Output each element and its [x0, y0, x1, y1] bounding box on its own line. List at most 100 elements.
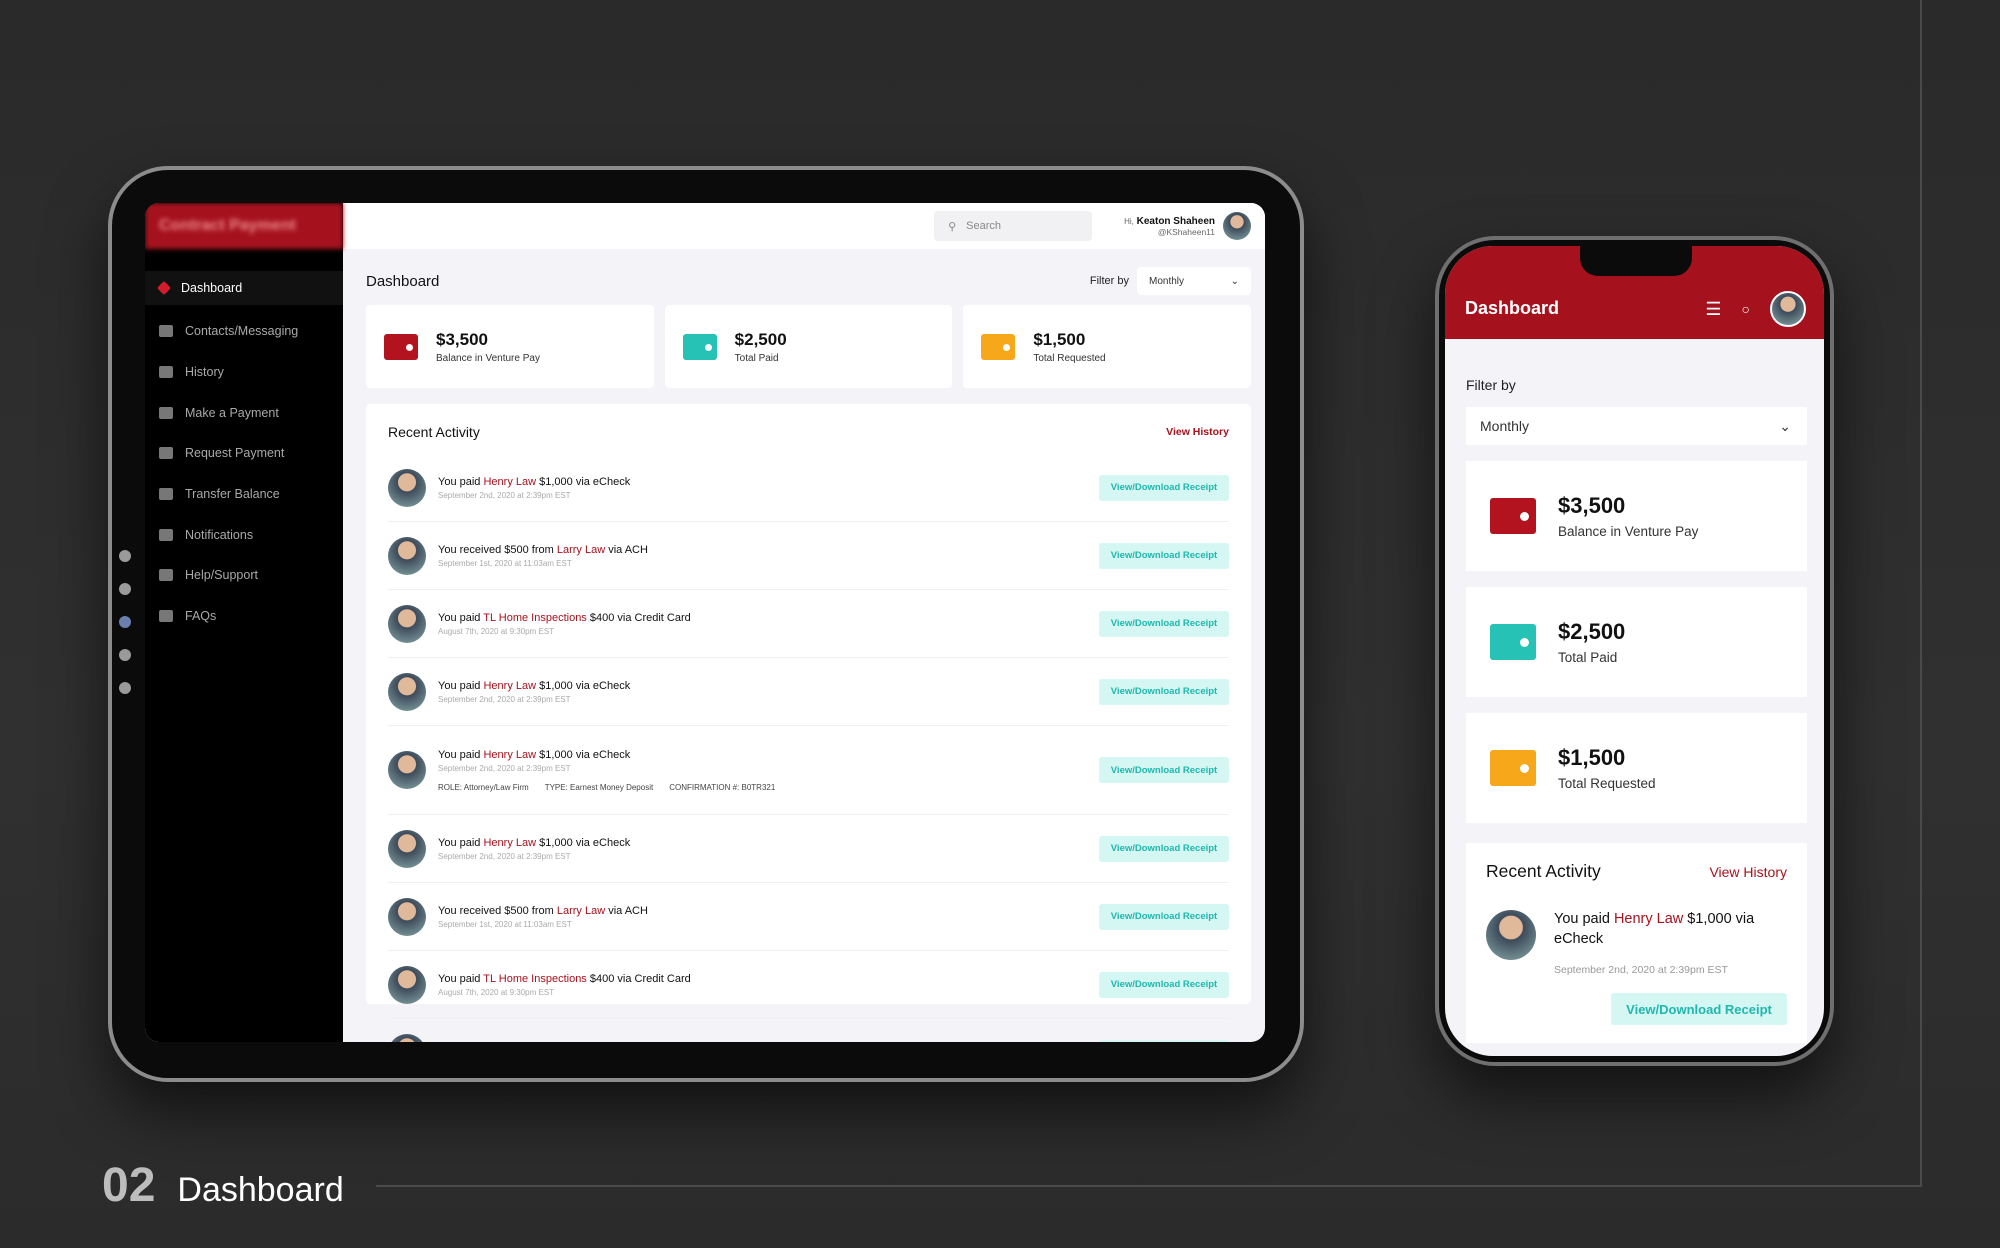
wallet-icon: [1490, 498, 1536, 534]
page-title: Dashboard: [366, 272, 440, 290]
view-receipt-button[interactable]: View/Download Receipt: [1099, 903, 1229, 930]
wallet-icon: [1490, 750, 1536, 786]
contact-avatar: [388, 536, 426, 575]
search-placeholder: Search: [966, 220, 1001, 232]
activity-text: You received $500 from: [438, 904, 557, 917]
view-receipt-button[interactable]: View/Download Receipt: [1099, 474, 1229, 501]
search-icon[interactable]: ○: [1742, 301, 1750, 317]
sidebar-item-label: Request Payment: [185, 446, 285, 461]
phone-notch: [1580, 246, 1692, 276]
filter-label: Filter by: [1466, 377, 1516, 393]
activity-text: $400 via Credit Card: [586, 972, 691, 985]
user-handle: @KShaheen11: [1157, 226, 1215, 237]
filter-select[interactable]: Monthly ⌄: [1466, 407, 1807, 445]
chevron-down-icon: ⌄: [1779, 417, 1791, 434]
activity-date: September 2nd, 2020 at 2:39pm EST: [1554, 964, 1728, 977]
contact-name-link[interactable]: Larry Law: [557, 905, 605, 917]
view-receipt-button[interactable]: View/Download Receipt: [1611, 993, 1787, 1026]
activity-date: August 7th, 2020 at 9:30pm EST: [438, 626, 555, 636]
view-receipt-button[interactable]: View/Download Receipt: [1099, 610, 1229, 637]
user-avatar[interactable]: [1223, 212, 1251, 240]
card-amount: $3,500: [1558, 493, 1626, 518]
card-label: Balance in Venture Pay: [436, 352, 540, 364]
sidebar-item[interactable]: Dashboard: [145, 271, 343, 305]
section-title: Dashboard: [177, 1171, 344, 1209]
greeting: Hi,: [1124, 216, 1134, 226]
activity-text: via ACH: [605, 904, 648, 917]
sidebar-item[interactable]: Contacts/Messaging: [145, 311, 343, 352]
contact-avatar: [388, 897, 426, 936]
card-amount: $1,500: [1558, 745, 1626, 770]
sidebar-item[interactable]: Notifications: [145, 514, 343, 555]
wallet-icon: [159, 406, 173, 419]
activity-text: $400 via Credit Card: [586, 611, 691, 624]
contact-name-link[interactable]: Henry Law: [483, 680, 536, 692]
contact-name-link[interactable]: Henry Law: [1614, 911, 1683, 927]
sidebar-item[interactable]: Help/Support: [145, 555, 343, 596]
contact-name-link[interactable]: TL Home Inspections: [483, 612, 587, 624]
view-receipt-button[interactable]: View/Download Receipt: [1099, 542, 1229, 569]
sidebar-item[interactable]: Transfer Balance: [145, 474, 343, 515]
menu-icon[interactable]: ☰: [1705, 299, 1721, 320]
sidebar-item[interactable]: Request Payment: [145, 433, 343, 474]
history-icon: [159, 366, 173, 379]
contact-name-link[interactable]: Larry Law: [557, 544, 605, 556]
view-receipt-button[interactable]: View/Download Receipt: [1099, 971, 1229, 998]
activity-date: September 2nd, 2020 at 2:39pm EST: [438, 490, 571, 500]
card-amount: $2,500: [734, 329, 787, 349]
contact-name-link[interactable]: Henry Law: [483, 476, 536, 488]
contact-avatar: [388, 468, 426, 507]
main-area: ⚲ Search Hi, Keaton Shaheen @KShaheen11 …: [343, 203, 1265, 1042]
contact-name-link[interactable]: Henry Law: [483, 749, 536, 761]
sidebar-item[interactable]: History: [145, 352, 343, 393]
sidebar-item-label: FAQs: [185, 609, 217, 624]
activity-text: You paid: [438, 748, 484, 761]
activity-text: via ACH: [605, 543, 648, 556]
view-receipt-button[interactable]: View/Download Receipt: [1099, 835, 1229, 862]
user-name: Keaton Shaheen: [1136, 215, 1215, 227]
phone-title: Dashboard: [1465, 298, 1560, 318]
section-number: 02: [102, 1159, 156, 1212]
view-receipt-button[interactable]: View/Download Receipt: [1099, 757, 1229, 783]
chat-icon: [159, 325, 173, 338]
contact-avatar: [1486, 910, 1536, 960]
list-item: You paid Henry Law $1,000 via eCheck Sept…: [388, 658, 1229, 726]
sidebar-item-label: History: [185, 365, 224, 380]
activity-detail: TYPE: Earnest Money Deposit: [544, 782, 654, 792]
user-avatar[interactable]: [1770, 291, 1806, 327]
view-receipt-button[interactable]: View/Download Receipt: [1099, 678, 1229, 705]
search-input[interactable]: ⚲ Search: [934, 211, 1093, 241]
summary-card: $3,500 Balance in Venture Pay: [1466, 461, 1807, 571]
list-item: You paid Henry Law $1,000 via eCheck Sept…: [388, 454, 1229, 522]
card-label: Total Requested: [1558, 776, 1656, 791]
contact-avatar: [388, 604, 426, 643]
list-item: You paid Henry Law $1,000 via eCheck Sept…: [388, 815, 1229, 883]
recent-activity-title: Recent Activity: [388, 424, 480, 440]
cash-icon: [159, 447, 173, 460]
sidebar-item[interactable]: Make a Payment: [145, 392, 343, 433]
view-history-link[interactable]: View History: [1166, 426, 1229, 438]
recent-activity-panel: Recent Activity View History You paid He…: [366, 404, 1251, 1042]
list-item: You received $500 from Larry Law via ACH…: [388, 522, 1229, 590]
wallet-icon: [1490, 624, 1536, 660]
view-history-link[interactable]: View History: [1709, 864, 1787, 880]
wallet-icon: [682, 333, 717, 360]
wallet-icon: [981, 333, 1016, 360]
card-label: Total Paid: [1558, 650, 1618, 665]
filter-label: Filter by: [1089, 275, 1129, 287]
contact-name-link[interactable]: Henry Law: [483, 837, 536, 849]
list-item: You paid Henry Law $1,000 via eCheckView…: [388, 1019, 1229, 1042]
notification-icon: [159, 528, 173, 541]
filter-select[interactable]: Monthly ⌄: [1137, 267, 1251, 295]
activity-text: You paid: [438, 611, 484, 624]
view-receipt-button[interactable]: View/Download Receipt: [1099, 1039, 1229, 1042]
activity-text: $1,000 via eCheck: [536, 475, 631, 488]
activity-detail: ROLE: Attorney/Law Firm: [438, 782, 529, 792]
chevron-down-icon: ⌄: [1230, 275, 1239, 287]
divider-vertical: [1920, 0, 1922, 1187]
headphones-icon: [159, 569, 173, 582]
card-amount: $1,500: [1033, 329, 1086, 349]
sidebar-item[interactable]: FAQs: [145, 596, 343, 637]
contact-name-link[interactable]: TL Home Inspections: [483, 973, 587, 985]
sidebar-item-label: Make a Payment: [185, 405, 279, 420]
